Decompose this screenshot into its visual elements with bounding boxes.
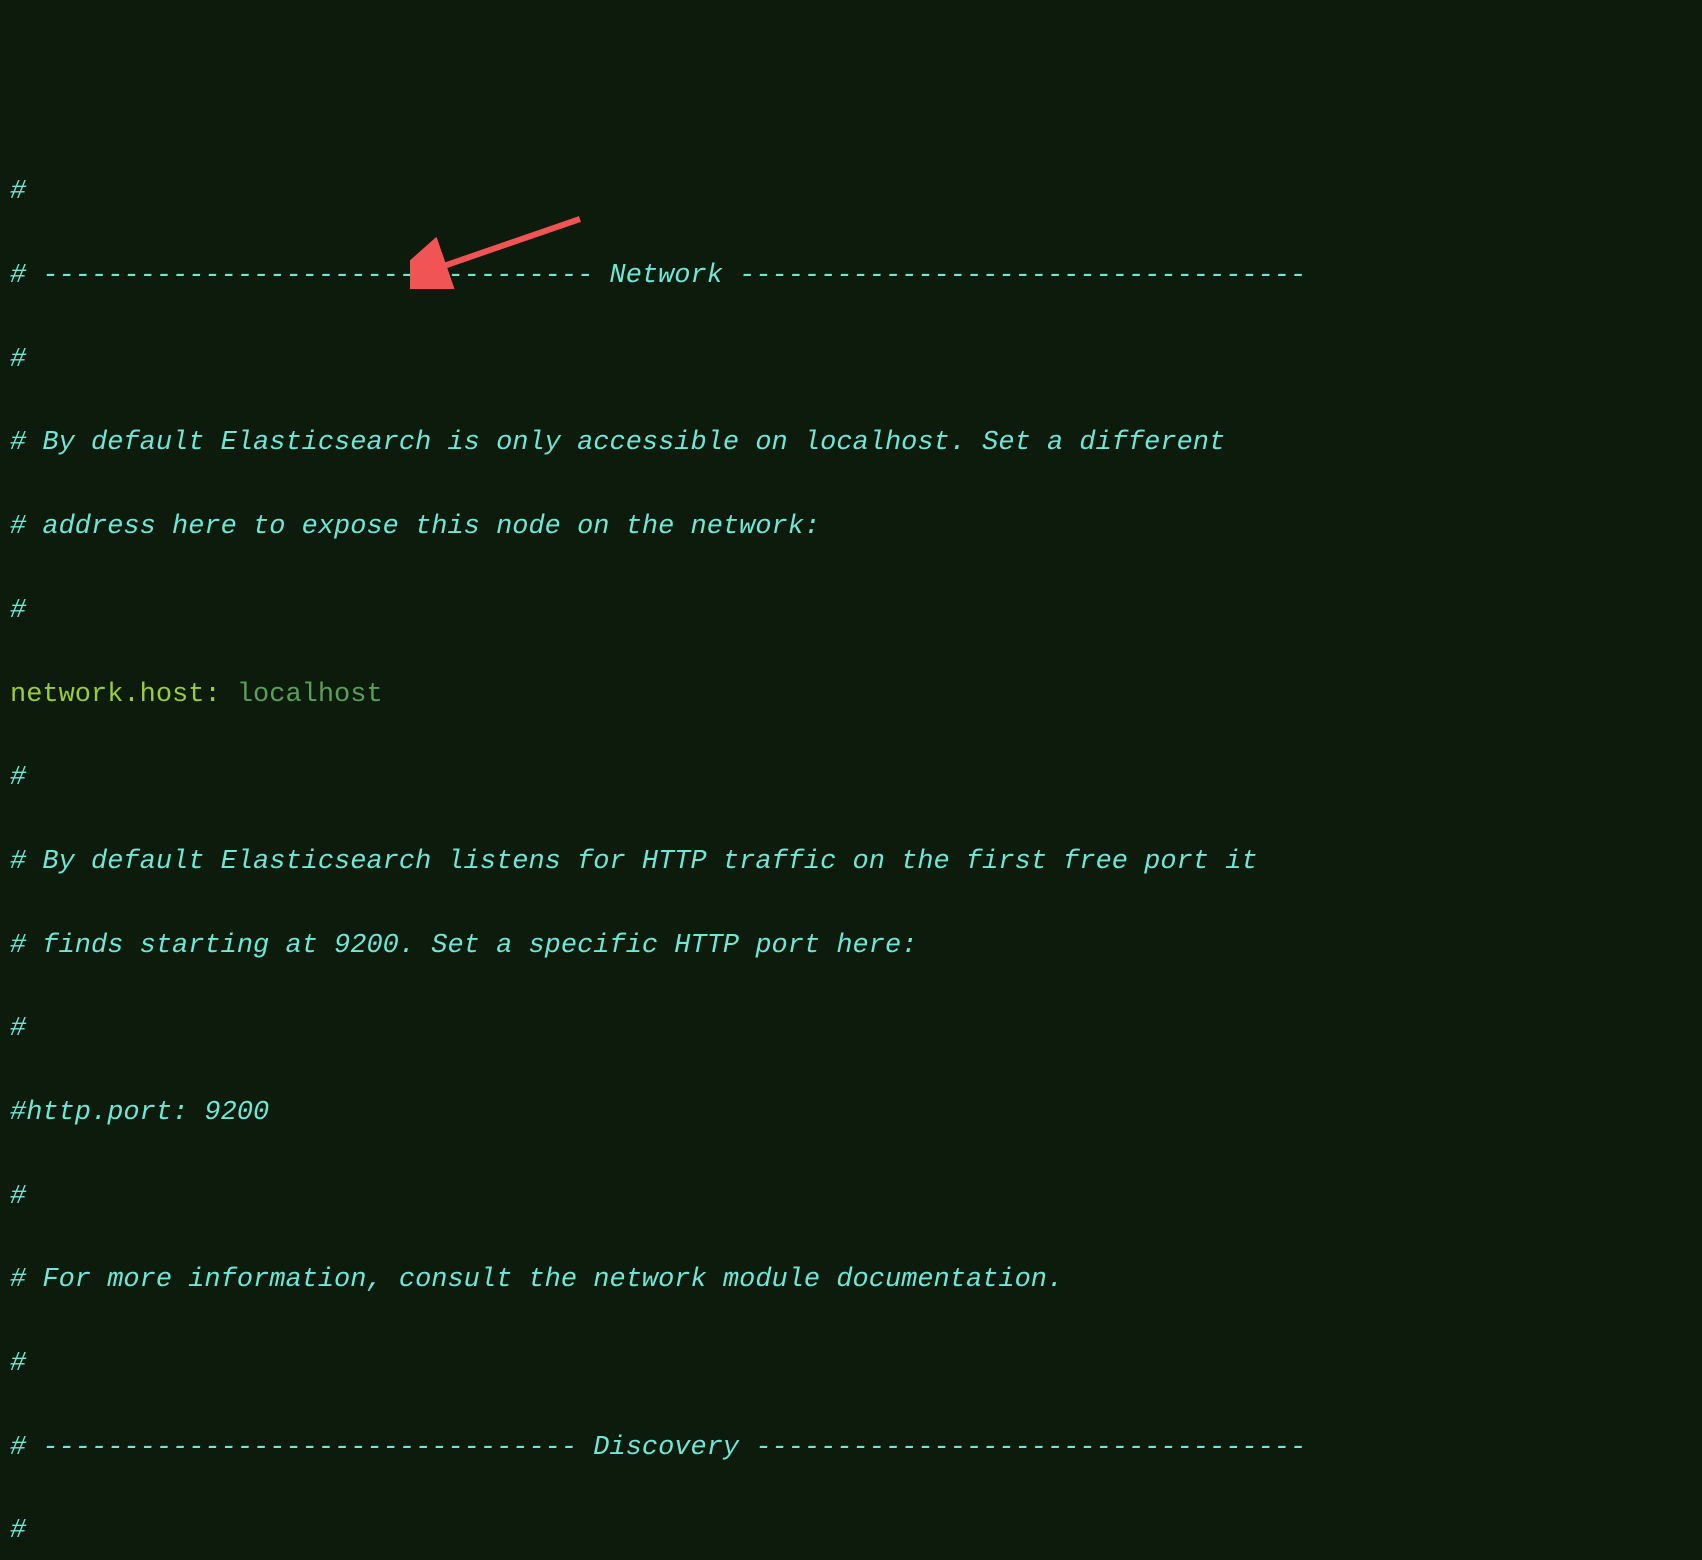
comment-line-http-port: #http.port: 9200 <box>10 1093 1692 1135</box>
config-value: localhost <box>237 680 383 710</box>
comment-line: # <box>10 1344 1692 1386</box>
config-key: network.host <box>10 680 204 710</box>
comment-line: # <box>10 172 1692 214</box>
comment-line: # <box>10 1009 1692 1051</box>
comment-section-header-discovery: # --------------------------------- Disc… <box>10 1428 1692 1470</box>
comment-line: # <box>10 591 1692 633</box>
comment-line: # By default Elasticsearch is only acces… <box>10 423 1692 465</box>
comment-line: # finds starting at 9200. Set a specific… <box>10 926 1692 968</box>
comment-line: # <box>10 340 1692 382</box>
config-colon: : <box>204 680 236 710</box>
comment-line: # address here to expose this node on th… <box>10 507 1692 549</box>
comment-line: # For more information, consult the netw… <box>10 1260 1692 1302</box>
comment-line: # <box>10 1177 1692 1219</box>
comment-section-header-network: # ---------------------------------- Net… <box>10 256 1692 298</box>
comment-line: # <box>10 1511 1692 1553</box>
config-line-network-host: network.host: localhost <box>10 675 1692 717</box>
comment-line: # <box>10 758 1692 800</box>
comment-line: # By default Elasticsearch listens for H… <box>10 842 1692 884</box>
